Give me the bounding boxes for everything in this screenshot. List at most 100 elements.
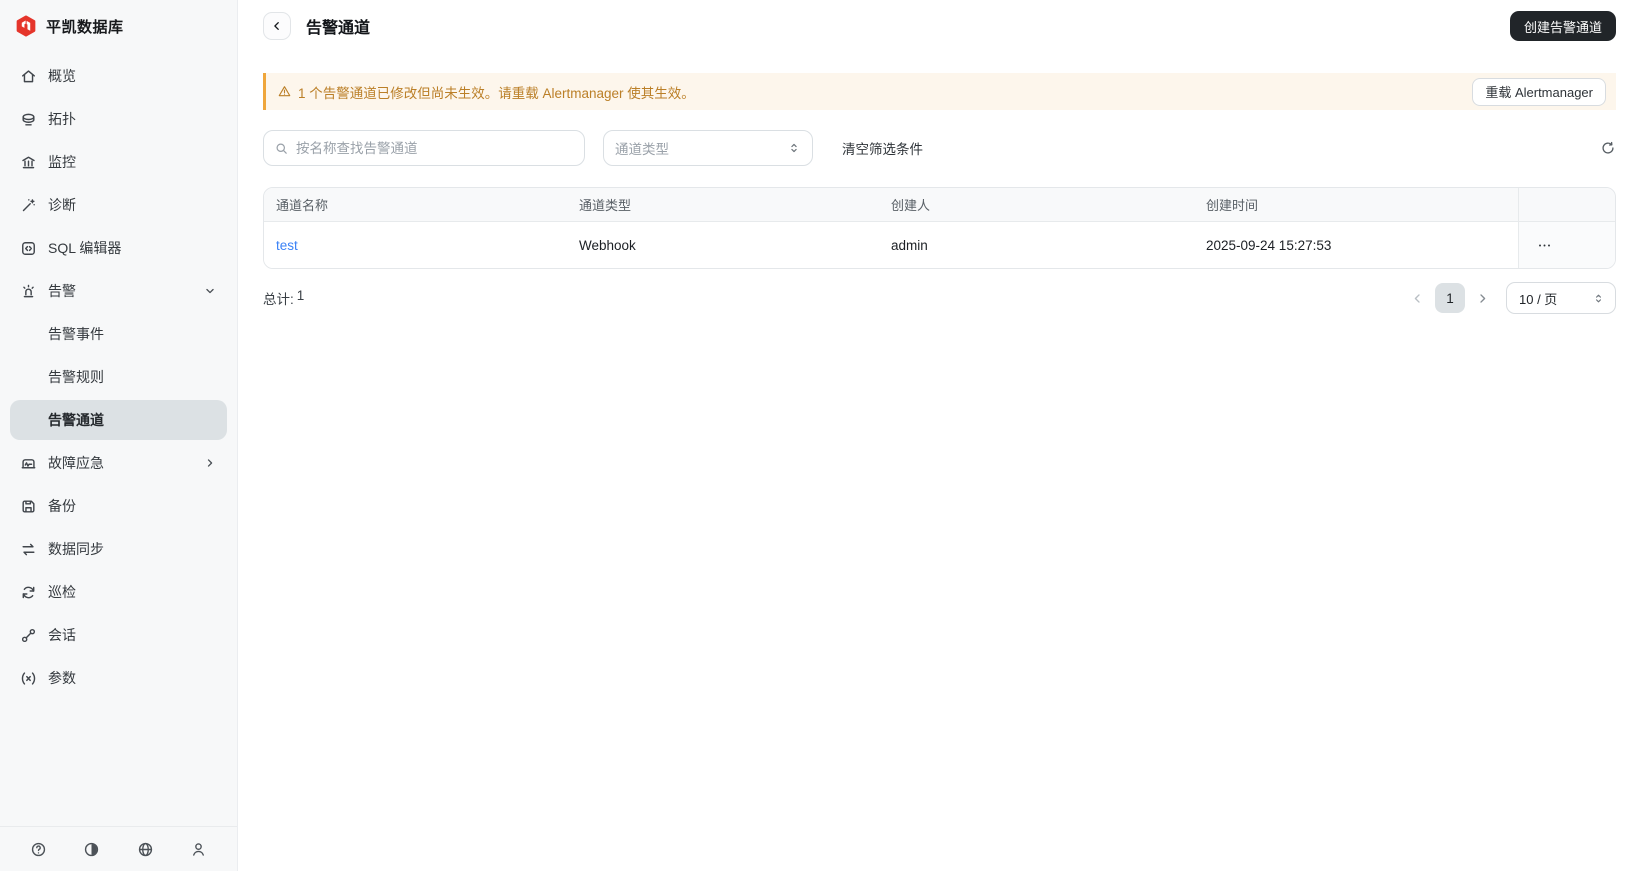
back-icon: [270, 19, 284, 33]
refresh-icon[interactable]: [1600, 140, 1616, 156]
alertmanager-warning-banner: 1 个告警通道已修改但尚未生效。请重载 Alertmanager 使其生效。 重…: [263, 73, 1616, 110]
alert-icon: [20, 283, 37, 300]
brand-name: 平凯数据库: [46, 18, 124, 36]
creator-cell: admin: [891, 237, 928, 253]
help-icon[interactable]: [30, 841, 47, 858]
table-header-row: 通道名称 通道类型 创建人 创建时间: [264, 188, 1615, 222]
warning-icon: [277, 84, 292, 99]
created-at-cell: 2025-09-24 15:27:53: [1206, 237, 1332, 253]
sidebar-item-label: 告警规则: [48, 369, 104, 385]
sync-icon: [20, 541, 37, 558]
sidebar-item-session[interactable]: 会话: [10, 615, 227, 655]
total-count: 总计: 1: [263, 288, 304, 308]
filter-toolbar: 通道类型 清空筛选条件: [263, 130, 1616, 166]
page-title: 告警通道: [306, 20, 371, 37]
sidebar-item-label: 参数: [48, 670, 76, 686]
theme-icon[interactable]: [83, 841, 100, 858]
brand: 平凯数据库: [0, 0, 237, 45]
total-value: 1: [296, 288, 305, 303]
clear-filters-link[interactable]: 清空筛选条件: [842, 138, 923, 158]
total-label: 总计:: [263, 292, 294, 307]
chevron-down-icon: [203, 284, 217, 298]
column-header-created-at: 创建时间: [1206, 198, 1259, 213]
channel-type-select[interactable]: 通道类型: [603, 130, 813, 166]
current-page-button[interactable]: 1: [1435, 283, 1465, 313]
sidebar-footer: [0, 826, 237, 871]
page-header: 告警通道 创建告警通道: [263, 0, 1616, 52]
sidebar-item-label: 故障应急: [48, 455, 104, 471]
page-size-select[interactable]: 10 / 页: [1506, 282, 1616, 314]
sidebar-nav: 概览 拓扑 监控 诊断 SQL 编辑器 告警 告警事件 告警规则 告警通道 故障…: [0, 45, 237, 826]
sidebar-item-emergency[interactable]: 故障应急: [10, 443, 227, 483]
monitor-icon: [20, 154, 37, 171]
user-icon[interactable]: [190, 841, 207, 858]
sidebar-item-diagnosis[interactable]: 诊断: [10, 185, 227, 225]
globe-icon[interactable]: [137, 841, 154, 858]
sidebar-item-backup[interactable]: 备份: [10, 486, 227, 526]
hexagon-logo-icon: [15, 15, 37, 37]
column-header-actions: [1518, 188, 1615, 221]
warning-message: 1 个告警通道已修改但尚未生效。请重载 Alertmanager 使其生效。: [298, 85, 695, 101]
session-icon: [20, 627, 37, 644]
sidebar-item-parameters[interactable]: 参数: [10, 658, 227, 698]
create-alert-channel-button[interactable]: 创建告警通道: [1509, 11, 1616, 41]
channel-name-link[interactable]: test: [264, 222, 567, 268]
sidebar-item-label: 告警通道: [48, 412, 104, 428]
reload-alertmanager-button[interactable]: 重载 Alertmanager: [1472, 77, 1606, 106]
sidebar-item-monitor[interactable]: 监控: [10, 142, 227, 182]
backup-icon: [20, 498, 37, 515]
pagination-bar: 总计: 1 1 10 / 页: [263, 282, 1616, 314]
next-page-icon[interactable]: [1475, 291, 1490, 306]
emergency-icon: [20, 455, 37, 472]
sidebar-item-label: 告警事件: [48, 326, 104, 342]
diagnosis-icon: [20, 197, 37, 214]
channel-type-cell: Webhook: [579, 237, 636, 253]
sidebar-item-label: 数据同步: [48, 541, 104, 557]
sidebar-item-label: SQL 编辑器: [48, 240, 122, 256]
sidebar-item-overview[interactable]: 概览: [10, 56, 227, 96]
pagination-controls: 1 10 / 页: [1410, 282, 1616, 314]
sidebar-item-alert-rules[interactable]: 告警规则: [10, 357, 227, 397]
column-header-creator: 创建人: [891, 198, 931, 213]
sidebar-item-inspection[interactable]: 巡检: [10, 572, 227, 612]
topology-icon: [20, 111, 37, 128]
search-box[interactable]: [263, 130, 585, 166]
sidebar-item-data-sync[interactable]: 数据同步: [10, 529, 227, 569]
sidebar-item-alert-channels[interactable]: 告警通道: [10, 400, 227, 440]
row-actions-button[interactable]: [1533, 234, 1556, 257]
parameter-icon: [20, 670, 37, 687]
sidebar-item-label: 概览: [48, 68, 76, 84]
sidebar-item-label: 备份: [48, 498, 76, 514]
column-header-channel-type: 通道类型: [579, 198, 632, 213]
sidebar-item-label: 告警: [48, 283, 76, 299]
back-button[interactable]: [263, 12, 291, 40]
alert-channels-table: 通道名称 通道类型 创建人 创建时间 test Webhook admin 20…: [263, 187, 1616, 269]
home-icon: [20, 68, 37, 85]
select-arrows-icon: [787, 141, 801, 155]
main-content: 告警通道 创建告警通道 1 个告警通道已修改但尚未生效。请重载 Alertman…: [238, 0, 1636, 871]
sidebar-item-label: 巡检: [48, 584, 76, 600]
sidebar-item-label: 拓扑: [48, 111, 76, 127]
column-header-channel-name: 通道名称: [276, 198, 329, 213]
sidebar-item-topology[interactable]: 拓扑: [10, 99, 227, 139]
inspection-icon: [20, 584, 37, 601]
sidebar-item-label: 监控: [48, 154, 76, 170]
sidebar-item-sql-editor[interactable]: SQL 编辑器: [10, 228, 227, 268]
sidebar-item-label: 诊断: [48, 197, 76, 213]
actions-cell: [1518, 222, 1615, 268]
sql-editor-icon: [20, 240, 37, 257]
chevron-right-icon: [203, 456, 217, 470]
search-icon: [274, 141, 289, 156]
sidebar-item-alert-events[interactable]: 告警事件: [10, 314, 227, 354]
table-row: test Webhook admin 2025-09-24 15:27:53: [264, 222, 1615, 268]
prev-page-icon[interactable]: [1410, 291, 1425, 306]
sidebar-item-alert[interactable]: 告警: [10, 271, 227, 311]
ellipsis-icon: [1537, 238, 1552, 253]
select-arrows-icon: [1592, 292, 1605, 305]
page-size-value: 10 / 页: [1519, 291, 1558, 307]
app-window: 平凯数据库 概览 拓扑 监控 诊断 SQL 编辑器 告警 告警事件 告警规则 告…: [0, 0, 1636, 871]
channel-type-select-value: 通道类型: [615, 142, 669, 157]
sidebar: 平凯数据库 概览 拓扑 监控 诊断 SQL 编辑器 告警 告警事件 告警规则 告…: [0, 0, 238, 871]
search-input[interactable]: [296, 140, 574, 156]
sidebar-item-label: 会话: [48, 627, 76, 643]
